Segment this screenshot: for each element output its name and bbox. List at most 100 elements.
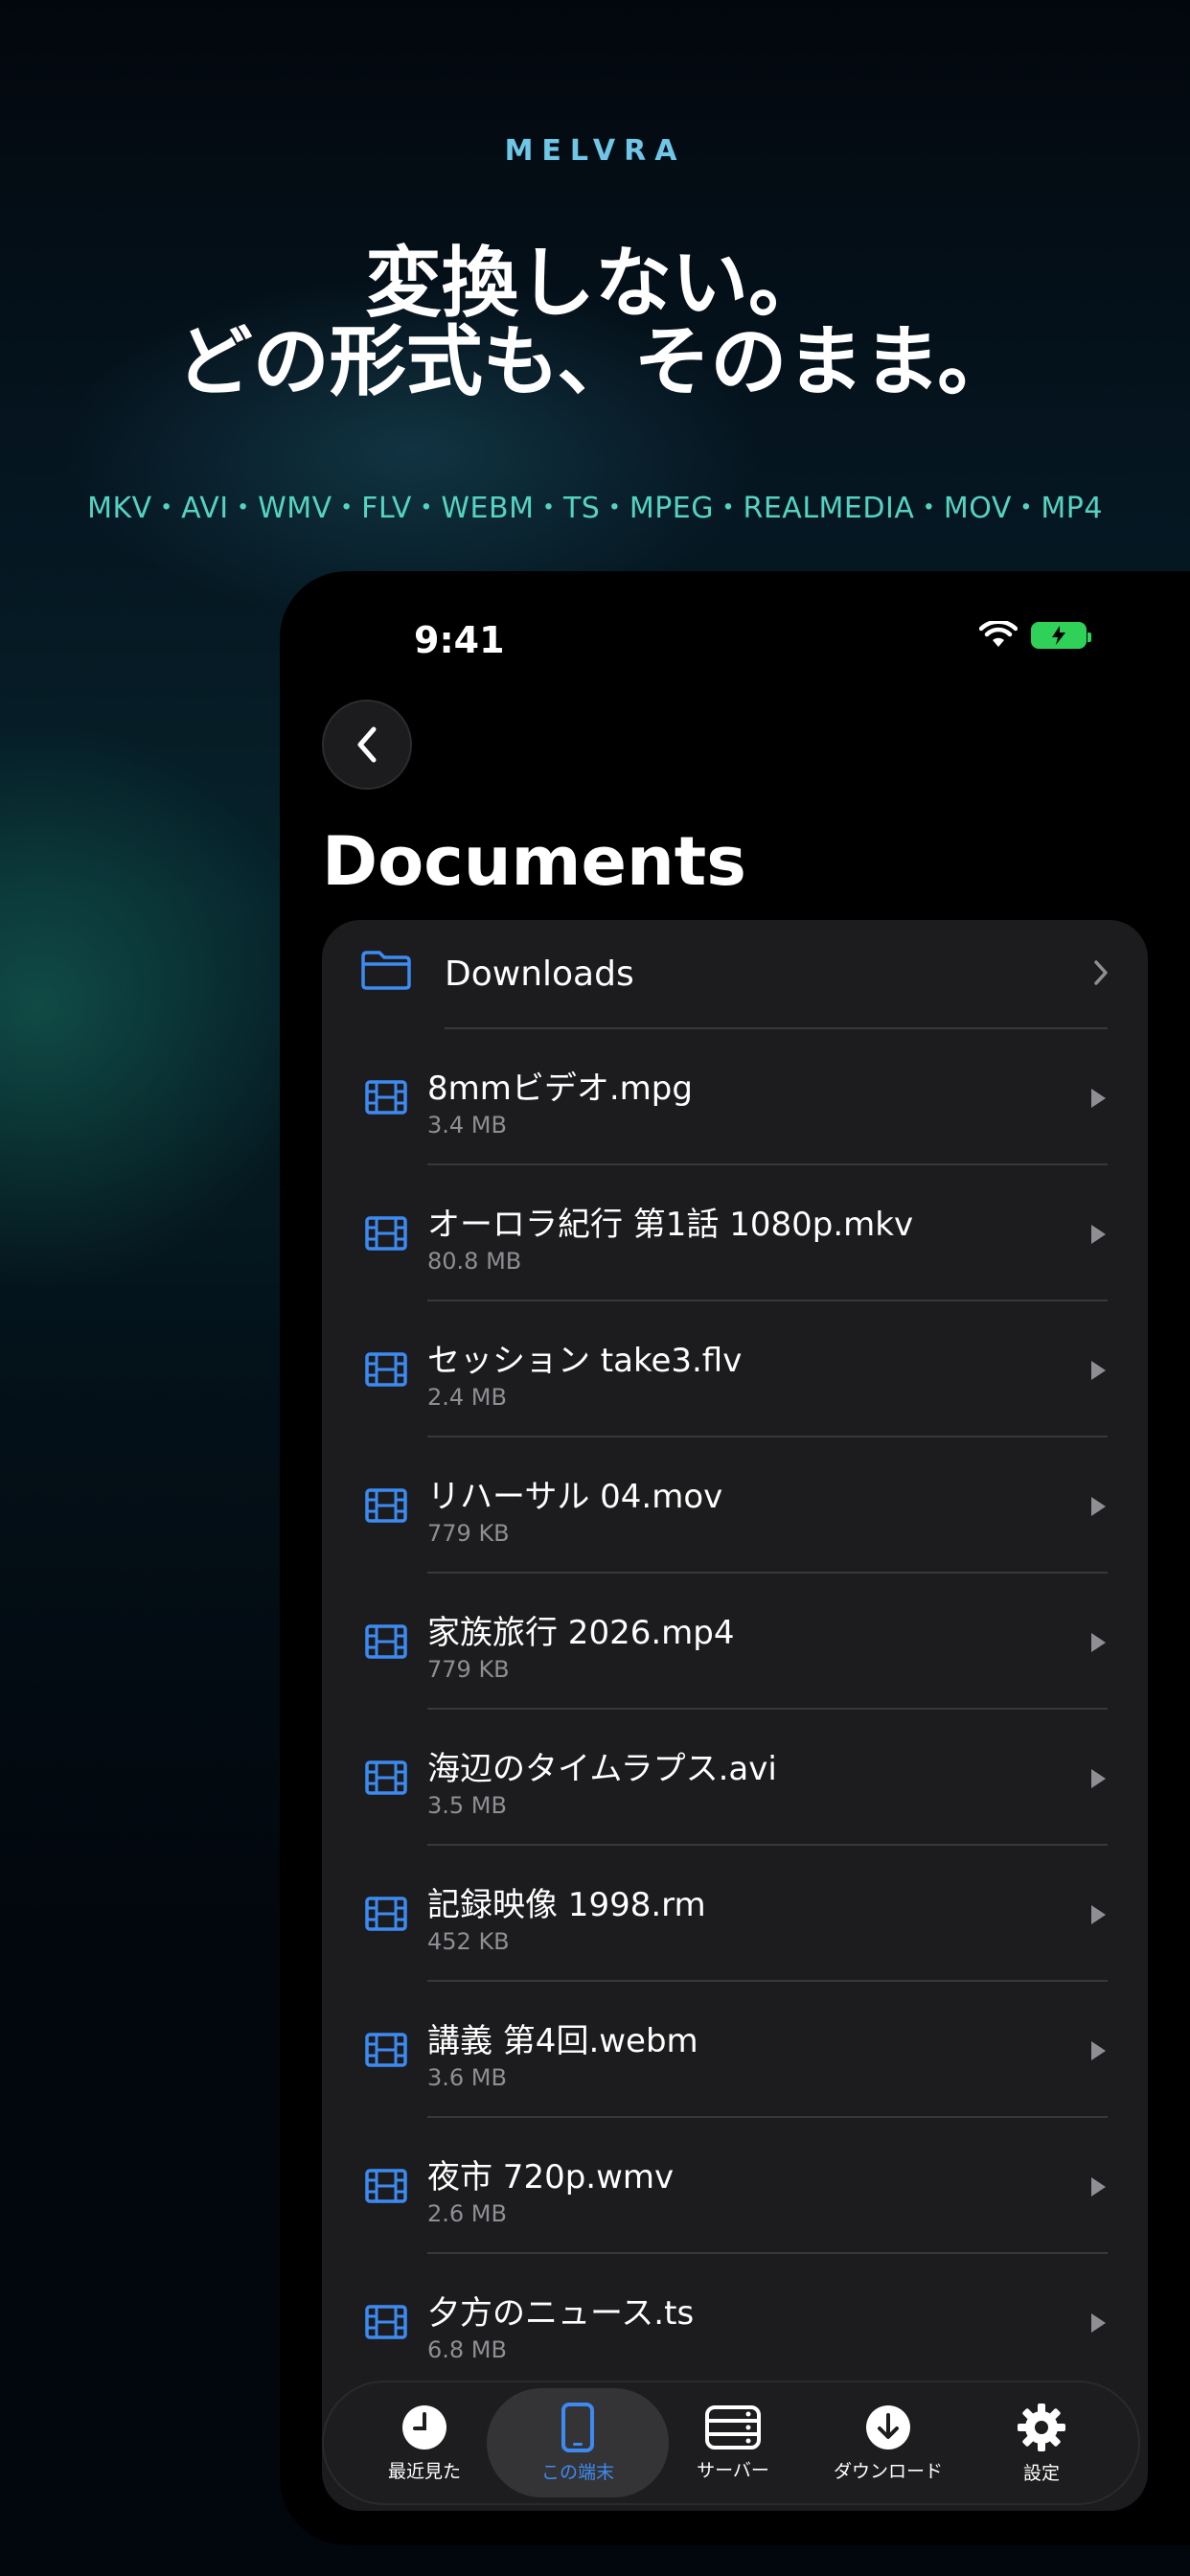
- tab-this-device-label: この端末: [540, 2461, 614, 2483]
- video-file-icon: [364, 1079, 408, 1119]
- play-button[interactable]: [1088, 2039, 1108, 2066]
- film-icon: [365, 1624, 407, 1659]
- file-list: Downloads 8mmビデオ.mpg 3.4 MB オーロラ紀行 第1話 108…: [322, 920, 1148, 2511]
- film-icon: [365, 1488, 407, 1523]
- play-icon: [1091, 1769, 1106, 1788]
- file-size: 6.8 MB: [427, 2336, 507, 2363]
- headline-line-2: どの形式も、そのまま。: [175, 317, 1015, 406]
- file-row[interactable]: 家族旅行 2026.mp4 779 KB: [322, 1574, 1148, 1710]
- status-time: 9:41: [414, 619, 505, 661]
- video-file-icon: [364, 1351, 408, 1392]
- file-row[interactable]: 海辺のタイムラプス.avi 3.5 MB: [322, 1710, 1148, 1846]
- video-file-icon: [364, 2032, 408, 2072]
- film-icon: [365, 1080, 407, 1115]
- file-row[interactable]: 夕方のニュース.ts 6.8 MB: [322, 2254, 1148, 2390]
- file-size: 2.6 MB: [427, 2200, 507, 2227]
- wifi-icon: [979, 621, 1018, 647]
- play-button[interactable]: [1088, 1087, 1108, 1114]
- file-name: 夜市 720p.wmv: [427, 2158, 675, 2196]
- play-button[interactable]: [1088, 2312, 1108, 2338]
- headline: 変換しない。 どの形式も、そのまま。: [0, 244, 1190, 402]
- file-name: 8mmビデオ.mpg: [427, 1070, 693, 1108]
- play-button[interactable]: [1088, 1631, 1108, 1658]
- file-name: 夕方のニュース.ts: [427, 2294, 695, 2333]
- file-row[interactable]: 8mmビデオ.mpg 3.4 MB: [322, 1029, 1148, 1165]
- battery-icon: [1031, 622, 1091, 649]
- tab-download-label: ダウンロード: [833, 2460, 943, 2482]
- play-icon: [1091, 1497, 1106, 1516]
- file-name: 海辺のタイムラプス.avi: [427, 1750, 777, 1788]
- file-name: 講義 第4回.webm: [427, 2022, 698, 2060]
- device-screen: 9:41 Documents Downloads 8mmビデオ.mpg 3.4 …: [280, 571, 1190, 2545]
- video-file-icon: [364, 1487, 408, 1528]
- tab-settings-label: 設定: [1022, 2462, 1060, 2484]
- film-icon: [365, 2033, 407, 2067]
- play-button[interactable]: [1088, 2175, 1108, 2202]
- play-button[interactable]: [1088, 1359, 1108, 1386]
- video-file-icon: [364, 2304, 408, 2344]
- film-icon: [365, 2305, 407, 2339]
- video-file-icon: [364, 1896, 408, 1936]
- play-button[interactable]: [1088, 1767, 1108, 1794]
- file-row[interactable]: セッション take3.flv 2.4 MB: [322, 1301, 1148, 1438]
- play-button[interactable]: [1088, 1223, 1108, 1250]
- file-row[interactable]: リハーサル 04.mov 779 KB: [322, 1438, 1148, 1574]
- back-button[interactable]: [322, 700, 412, 790]
- film-icon: [365, 1216, 407, 1251]
- file-name: セッション take3.flv: [427, 1342, 743, 1380]
- file-name: 家族旅行 2026.mp4: [427, 1614, 735, 1652]
- file-row[interactable]: 夜市 720p.wmv 2.6 MB: [322, 2118, 1148, 2254]
- file-size: 779 KB: [427, 1656, 510, 1683]
- play-icon: [1091, 1905, 1106, 1924]
- folder-icon: [361, 951, 411, 990]
- play-icon: [1091, 2177, 1106, 2196]
- tab-recent-label: 最近見た: [387, 2460, 461, 2482]
- video-file-icon: [364, 1623, 408, 1664]
- video-file-icon: [364, 2168, 408, 2208]
- film-icon: [365, 1897, 407, 1931]
- play-icon: [1091, 2313, 1106, 2333]
- file-name: オーロラ紀行 第1話 1080p.mkv: [427, 1206, 914, 1244]
- file-row[interactable]: オーロラ紀行 第1話 1080p.mkv 80.8 MB: [322, 1165, 1148, 1301]
- film-icon: [365, 2169, 407, 2203]
- tab-settings[interactable]: 設定: [950, 2388, 1133, 2497]
- brand-name: MELVRA: [504, 134, 686, 168]
- server-icon: [705, 2404, 761, 2450]
- folder-label: Downloads: [445, 954, 634, 994]
- play-icon: [1091, 2041, 1106, 2060]
- file-size: 80.8 MB: [427, 1248, 522, 1275]
- film-icon: [365, 1760, 407, 1795]
- gear-icon: [1018, 2403, 1065, 2451]
- tab-server-label: サーバー: [697, 2459, 769, 2481]
- play-icon: [1091, 1633, 1106, 1652]
- status-icons: [979, 621, 1091, 650]
- file-row[interactable]: 講義 第4回.webm 3.6 MB: [322, 1982, 1148, 2118]
- chevron-left-icon: [357, 726, 377, 763]
- play-icon: [1091, 1361, 1106, 1380]
- video-file-icon: [364, 1760, 408, 1800]
- folder-row-downloads[interactable]: Downloads: [322, 920, 1148, 1027]
- page-title: Documents: [322, 822, 746, 901]
- format-list: MKV・AVI・WMV・FLV・WEBM・TS・MPEG・REALMEDIA・M…: [87, 492, 1103, 525]
- play-button[interactable]: [1088, 1903, 1108, 1930]
- download-icon: [866, 2404, 910, 2450]
- charging-bolt-icon: [1052, 626, 1065, 645]
- tab-bar: 最近見た この端末 サーバー ダウンロード 設定: [322, 2380, 1140, 2505]
- file-name: リハーサル 04.mov: [427, 1478, 723, 1516]
- file-size: 3.6 MB: [427, 2064, 507, 2091]
- play-icon: [1091, 1089, 1106, 1108]
- file-row[interactable]: 記録映像 1998.rm 452 KB: [322, 1846, 1148, 1982]
- file-name: 記録映像 1998.rm: [427, 1886, 706, 1924]
- file-size: 452 KB: [427, 1928, 510, 1955]
- film-icon: [365, 1352, 407, 1387]
- file-size: 3.4 MB: [427, 1112, 507, 1138]
- file-size: 2.4 MB: [427, 1384, 507, 1411]
- chevron-right-icon: [1094, 960, 1108, 985]
- phone-icon: [561, 2402, 594, 2452]
- file-size: 3.5 MB: [427, 1792, 507, 1819]
- play-icon: [1091, 1225, 1106, 1244]
- file-size: 779 KB: [427, 1520, 510, 1547]
- play-button[interactable]: [1088, 1495, 1108, 1522]
- headline-line-1: 変換しない。: [365, 239, 825, 328]
- video-file-icon: [364, 1215, 408, 1255]
